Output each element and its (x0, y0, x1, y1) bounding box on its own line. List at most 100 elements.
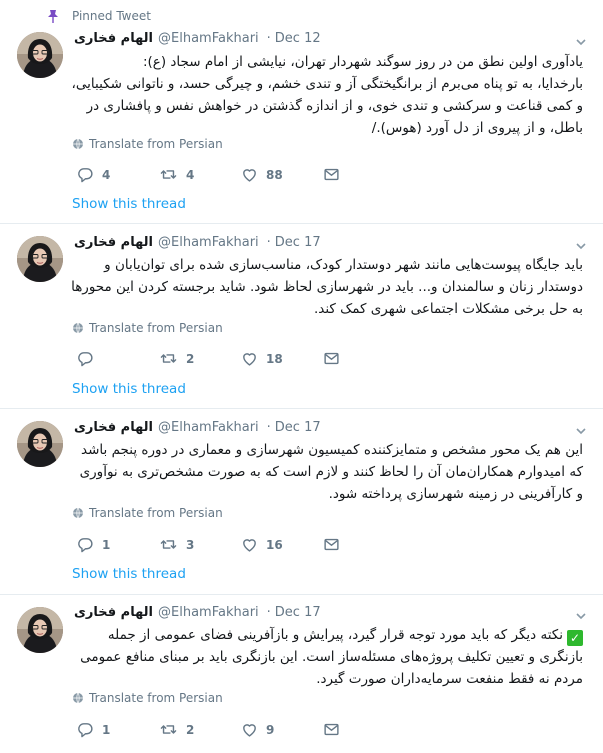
separator-dot: · (266, 31, 271, 46)
show-thread-link[interactable]: Show this thread (72, 381, 186, 397)
translate-link[interactable]: Translate from Persian (72, 691, 223, 705)
message-button[interactable] (323, 536, 405, 553)
tweet[interactable]: الهام فخاری @ElhamFakhari · Dec 17 ✓نکته… (0, 595, 603, 753)
username[interactable]: @ElhamFakhari (158, 235, 259, 250)
retweet-count: 3 (186, 537, 195, 552)
avatar[interactable] (17, 32, 63, 78)
pinned-indicator: Pinned Tweet (47, 9, 151, 23)
retweet-button[interactable]: 3 (159, 536, 241, 553)
tweet-text-line: و کمی قناعت و سرکشی و تندی خوی، و از اند… (86, 98, 583, 114)
tweet-date[interactable]: Dec 17 (275, 235, 321, 250)
like-count: 88 (266, 167, 283, 182)
username[interactable]: @ElhamFakhari (158, 31, 259, 46)
avatar[interactable] (17, 607, 63, 653)
tweet[interactable]: الهام فخاری @ElhamFakhari · Dec 17 این ه… (0, 409, 603, 595)
pinned-label: Pinned Tweet (72, 9, 151, 23)
display-name[interactable]: الهام فخاری (74, 605, 153, 620)
avatar[interactable] (17, 236, 63, 282)
translate-label: Translate from Persian (89, 506, 223, 520)
like-button[interactable]: 18 (241, 350, 323, 367)
display-name[interactable]: الهام فخاری (74, 31, 153, 46)
translate-link[interactable]: Translate from Persian (72, 137, 223, 151)
tweet-text-line: باطل، و از پیروی از دل آورد (هوس)./ (371, 120, 583, 136)
like-button[interactable]: 88 (241, 166, 323, 183)
pin-icon (48, 10, 58, 23)
reply-button[interactable] (77, 350, 159, 367)
username[interactable]: @ElhamFakhari (158, 605, 259, 620)
tweet-date[interactable]: Dec 17 (275, 420, 321, 435)
tweet-text-line: به حل برخی مشکلات اجتماعی شهری کمک کند. (313, 301, 583, 317)
retweet-icon (159, 721, 178, 738)
tweet[interactable]: Pinned Tweet الهام فخاری @ElhamFakhari ·… (0, 0, 603, 224)
message-button[interactable] (323, 166, 405, 183)
retweet-count: 2 (186, 351, 195, 366)
avatar-image (17, 421, 63, 467)
like-icon (241, 166, 258, 183)
chevron-down-icon[interactable] (576, 426, 586, 436)
reply-button[interactable]: 4 (77, 166, 159, 183)
like-button[interactable]: 9 (241, 721, 323, 738)
separator-dot: · (266, 235, 271, 250)
tweet-actions: 1 2 9 (77, 721, 405, 738)
translate-link[interactable]: Translate from Persian (72, 506, 223, 520)
like-count: 9 (266, 722, 275, 737)
tweet-text-line: مردم نه فقط منفعت سرمایه‌داران صورت گیرد… (316, 671, 583, 687)
translate-label: Translate from Persian (89, 321, 223, 335)
avatar-image (17, 236, 63, 282)
globe-icon (72, 322, 84, 334)
retweet-button[interactable]: 4 (159, 166, 241, 183)
chevron-down-icon[interactable] (576, 241, 586, 251)
message-button[interactable] (323, 350, 405, 367)
reply-icon (77, 350, 94, 367)
tweet-header: الهام فخاری @ElhamFakhari · Dec 17 (74, 420, 321, 435)
like-count: 18 (266, 351, 283, 366)
username[interactable]: @ElhamFakhari (158, 420, 259, 435)
chevron-down-icon[interactable] (576, 611, 586, 621)
reply-icon (77, 536, 94, 553)
tweet-text-line: بازنگری و تعیین تکلیف پروژه‌های مسئله‌سا… (80, 649, 583, 665)
display-name[interactable]: الهام فخاری (74, 235, 153, 250)
tweet-date[interactable]: Dec 17 (275, 605, 321, 620)
retweet-count: 2 (186, 722, 195, 737)
show-thread-link[interactable]: Show this thread (72, 566, 186, 582)
reply-count: 1 (102, 722, 111, 737)
separator-dot: · (266, 420, 271, 435)
tweet-text-line: ✓نکته دیگر که باید مورد توجه قرار گیرد، … (72, 624, 583, 646)
reply-button[interactable]: 1 (77, 721, 159, 738)
message-icon (323, 536, 340, 553)
check-mark-icon: ✓ (567, 630, 583, 646)
avatar[interactable] (17, 421, 63, 467)
reply-button[interactable]: 1 (77, 536, 159, 553)
globe-icon (72, 138, 84, 150)
tweet-text-segment: نکته دیگر که باید مورد توجه قرار گیرد، پ… (107, 627, 563, 643)
tweet[interactable]: الهام فخاری @ElhamFakhari · Dec 17 باید … (0, 224, 603, 409)
like-count: 16 (266, 537, 283, 552)
tweet-text-line: و کارآفرینی در زمینه شهرسازی پرداخته شود… (328, 486, 583, 502)
separator-dot: · (266, 605, 271, 620)
like-icon (241, 721, 258, 738)
message-icon (323, 721, 340, 738)
tweet-text: ✓نکته دیگر که باید مورد توجه قرار گیرد، … (72, 624, 583, 690)
tweet-text-line: دوستدار زنان و سالمندان و... باید در شهر… (71, 279, 583, 295)
retweet-button[interactable]: 2 (159, 350, 241, 367)
reply-count: 4 (102, 167, 111, 182)
tweet-text-line: بارخدایا، به تو پناه می‌برم از برانگیختگ… (71, 76, 583, 92)
retweet-button[interactable]: 2 (159, 721, 241, 738)
avatar-image (17, 32, 63, 78)
globe-icon (72, 692, 84, 704)
retweet-icon (159, 166, 178, 183)
message-icon (323, 166, 340, 183)
tweet-text-line: باید جایگاه پیوست‌هایی مانند شهر دوستدار… (104, 257, 583, 273)
like-icon (241, 536, 258, 553)
translate-label: Translate from Persian (89, 137, 223, 151)
show-thread-link[interactable]: Show this thread (72, 196, 186, 212)
tweet-text-line: یادآوری اولین نطق من در روز سوگند شهردار… (142, 54, 583, 70)
tweet-text: این هم یک محور مشخص و متمایزکننده کمیسیو… (72, 439, 583, 505)
message-button[interactable] (323, 721, 405, 738)
display-name[interactable]: الهام فخاری (74, 420, 153, 435)
tweet-date[interactable]: Dec 12 (275, 31, 321, 46)
like-button[interactable]: 16 (241, 536, 323, 553)
translate-link[interactable]: Translate from Persian (72, 321, 223, 335)
retweet-icon (159, 536, 178, 553)
chevron-down-icon[interactable] (576, 37, 586, 47)
